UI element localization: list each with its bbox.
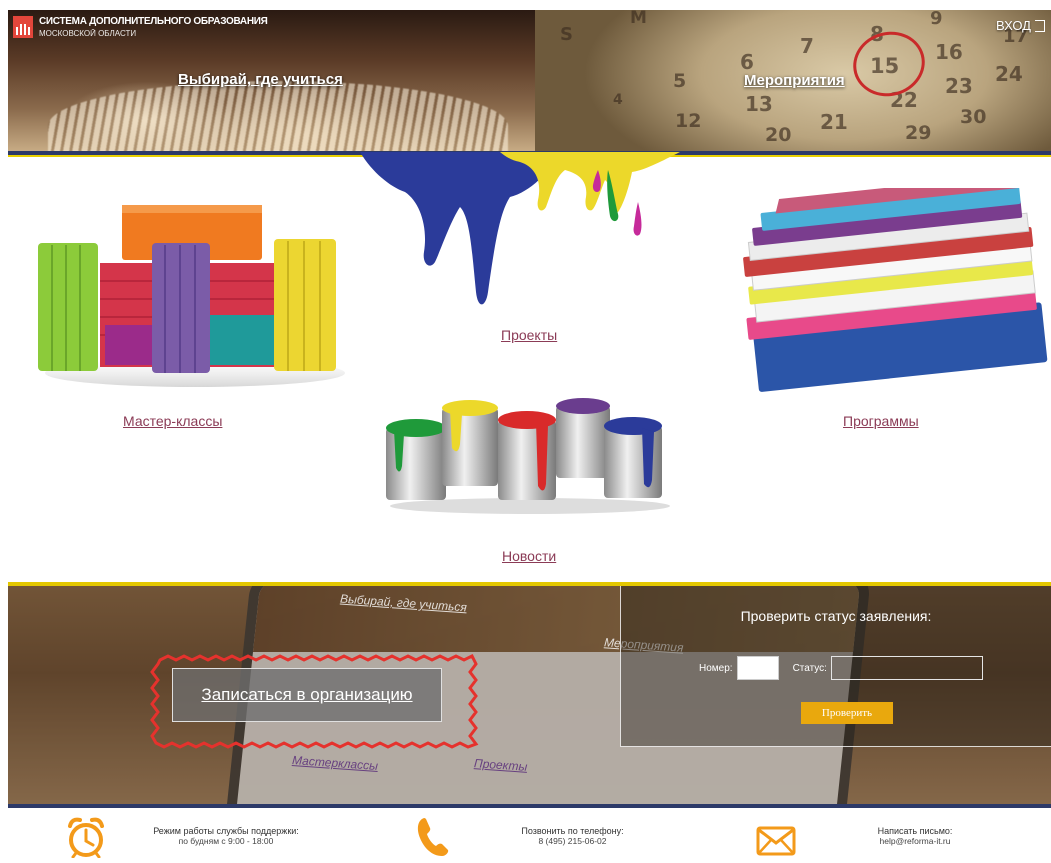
news-link[interactable]: Новости (502, 548, 556, 564)
status-check-panel: Проверить статус заявления: Номер: Стату… (620, 586, 1051, 747)
phone-handset-icon (417, 818, 449, 856)
mail-title: Написать письмо: (877, 826, 953, 836)
mail-text: Написать письмо: help@reforma-it.ru (855, 826, 975, 846)
alarm-clock-icon (68, 817, 104, 858)
mail-value[interactable]: help@reforma-it.ru (880, 836, 951, 846)
calendar-circle-mark (845, 23, 933, 105)
events-link[interactable]: Мероприятия (744, 72, 845, 89)
clay-blocks-image (38, 205, 345, 387)
logo-title: СИСТЕМА ДОПОЛНИТЕЛЬНОГО ОБРАЗОВАНИЯ (39, 16, 268, 27)
logo-building-icon (13, 16, 33, 38)
envelope-icon (756, 826, 796, 856)
support-hours-block (66, 816, 106, 858)
folders-image (743, 188, 1048, 392)
check-status-button[interactable]: Проверить (801, 702, 893, 724)
paint-cans-image (386, 398, 670, 514)
status-label: Статус: (792, 662, 827, 674)
hero-header: S M 5 6 7 8 9 15 16 17 24 13 22 23 12 20… (8, 10, 1051, 151)
login-label: вход (996, 18, 1031, 33)
phone-block (414, 816, 452, 858)
login-door-icon (1035, 19, 1045, 32)
login-button[interactable]: вход (996, 18, 1045, 33)
application-number-input[interactable] (736, 656, 779, 680)
phone-value[interactable]: 8 (495) 215-06-02 (538, 836, 606, 846)
phone-text: Позвонить по телефону: 8 (495) 215-06-02 (500, 826, 645, 846)
projects-link[interactable]: Проекты (501, 327, 557, 343)
site-logo[interactable]: СИСТЕМА ДОПОЛНИТЕЛЬНОГО ОБРАЗОВАНИЯ МОСК… (13, 16, 268, 40)
choose-where-to-study-link[interactable]: Выбирай, где учиться (178, 71, 343, 88)
phone-title: Позвонить по телефону: (521, 826, 624, 836)
footer-divider (8, 804, 1051, 808)
support-hours-value: по будням с 9:00 - 18:00 (178, 836, 274, 846)
programs-link[interactable]: Программы (843, 413, 919, 429)
application-status-field[interactable] (830, 656, 983, 680)
status-panel-title: Проверить статус заявления: (740, 608, 932, 624)
enroll-button[interactable]: Записаться в организацию (172, 668, 442, 722)
mail-block (756, 826, 796, 856)
master-classes-link[interactable]: Мастер-классы (123, 413, 222, 429)
enroll-label: Записаться в организацию (201, 685, 413, 704)
paint-drips-image (360, 152, 680, 305)
support-hours-text: Режим работы службы поддержки: по будням… (135, 826, 317, 846)
number-label: Номер: (699, 662, 733, 674)
support-hours-title: Режим работы службы поддержки: (153, 826, 299, 836)
logo-subtitle: МОСКОВСКОЙ ОБЛАСТИ (39, 29, 137, 38)
